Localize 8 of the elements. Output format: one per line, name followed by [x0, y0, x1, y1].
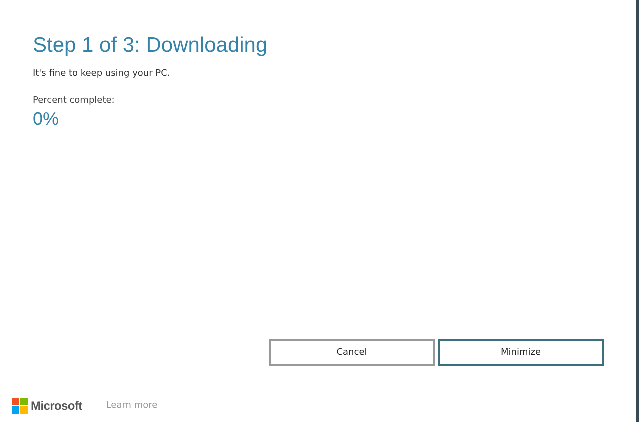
dialog-button[interactable]: Minimize [438, 339, 604, 366]
info-text: It's fine to keep using your PC. [33, 69, 172, 79]
step-heading: Step 1 of 3: Downloading [33, 34, 269, 58]
dialog-button[interactable]: Cancel [269, 339, 435, 366]
progress-label: Percent complete: [33, 96, 116, 106]
brand-name: Microsoft [31, 399, 82, 413]
percent-value: 0% [33, 109, 60, 130]
windows-logo-icon [12, 398, 28, 414]
